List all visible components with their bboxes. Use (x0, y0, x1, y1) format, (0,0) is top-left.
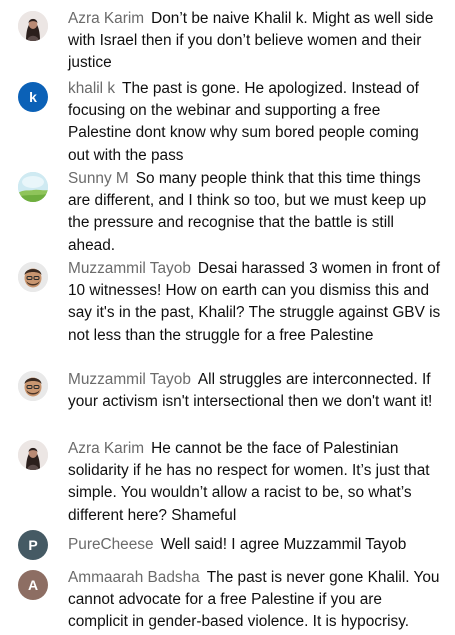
woman-photo-avatar[interactable] (18, 11, 48, 41)
chat-message-list[interactable]: Azra Karim Don’t be naive Khalil k. Might… (0, 0, 455, 635)
message-body: khalil k The past is gone. He apologized.… (68, 78, 441, 167)
chat-message: Muzzammil Tayob Desai harassed 3 women in… (0, 255, 455, 367)
bitmoji-man-avatar[interactable] (18, 371, 48, 401)
message-body: Muzzammil Tayob Desai harassed 3 women in… (68, 258, 441, 347)
message-body: Ammaarah Badsha The past is never gone Kh… (68, 567, 441, 634)
author-name[interactable]: Muzzammil Tayob (68, 371, 191, 388)
avatar-letter: P (28, 537, 38, 553)
chat-message: Muzzammil Tayob All struggles are interco… (0, 367, 455, 435)
author-name[interactable]: Ammaarah Badsha (68, 569, 200, 586)
message-body: PureCheese Well said! I agree Muzzammil T… (68, 534, 441, 556)
chat-message: k khalil k The past is gone. He apologize… (0, 74, 455, 164)
chat-message: A Ammaarah Badsha The past is never gone … (0, 566, 455, 635)
message-text: Well said! I agree Muzzammil Tayob (160, 536, 407, 553)
chat-message: Sunny M So many people think that this ti… (0, 164, 455, 254)
message-body: Azra Karim Don’t be naive Khalil k. Might… (68, 8, 441, 75)
author-name[interactable]: PureCheese (68, 536, 154, 553)
author-name[interactable]: khalil k (68, 80, 115, 97)
letter-avatar[interactable]: k (18, 82, 48, 112)
avatar-letter: A (27, 577, 39, 593)
message-text: The past is gone. He apologized. Instead… (68, 80, 419, 164)
author-name[interactable]: Azra Karim (68, 440, 144, 457)
landscape-photo-avatar[interactable] (18, 172, 48, 202)
chat-message: Azra Karim He cannot be the face of Pales… (0, 436, 455, 526)
avatar-letter: k (29, 89, 37, 105)
chat-message: Azra Karim Don’t be naive Khalil k. Might… (0, 0, 455, 84)
letter-avatar[interactable]: P (18, 530, 48, 560)
bitmoji-man-avatar[interactable] (18, 262, 48, 292)
letter-avatar[interactable]: A (18, 570, 48, 600)
message-body: Sunny M So many people think that this ti… (68, 168, 441, 257)
author-name[interactable]: Azra Karim (68, 10, 144, 27)
chat-message: P PureCheese Well said! I agree Muzzammil… (0, 526, 455, 566)
woman-photo-avatar[interactable] (18, 440, 48, 470)
message-body: Azra Karim He cannot be the face of Pales… (68, 438, 441, 527)
author-name[interactable]: Muzzammil Tayob (68, 260, 191, 277)
author-name[interactable]: Sunny M (68, 170, 129, 187)
message-body: Muzzammil Tayob All struggles are interco… (68, 369, 441, 413)
